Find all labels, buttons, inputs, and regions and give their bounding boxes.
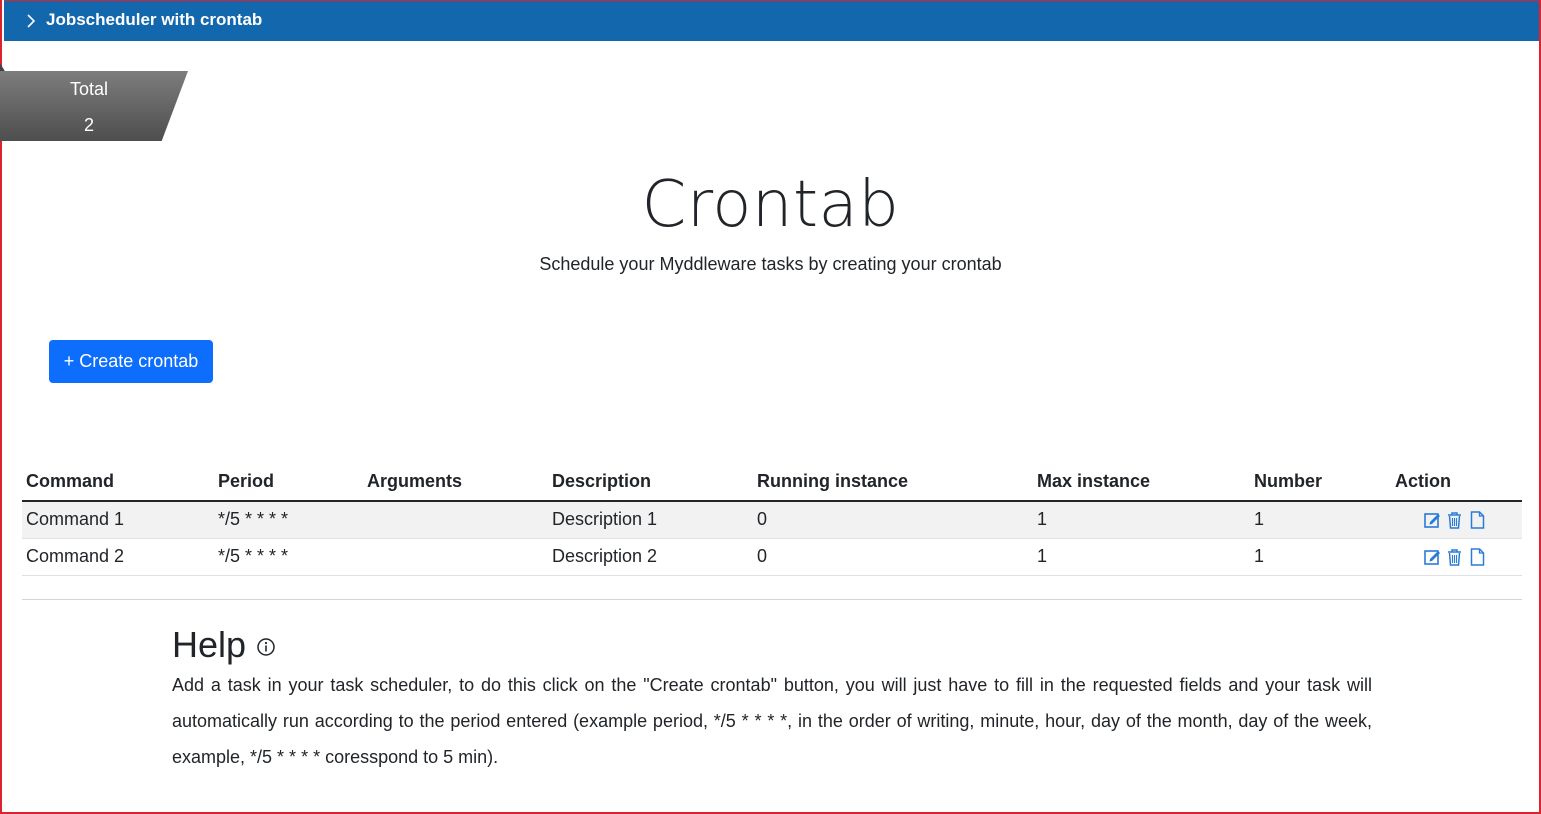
help-heading: Help <box>172 624 276 666</box>
cell-period: */5 * * * * <box>214 538 363 576</box>
section-divider <box>22 599 1522 600</box>
cell-number: 1 <box>1250 501 1391 539</box>
cell-description: Description 2 <box>548 538 753 576</box>
cell-command: Command 2 <box>22 538 214 576</box>
edit-icon[interactable] <box>1424 548 1441 566</box>
total-value: 2 <box>83 115 94 135</box>
header-action: Action <box>1391 462 1522 502</box>
help-text: Add a task in your task scheduler, to do… <box>172 675 1372 767</box>
cell-arguments <box>363 538 548 576</box>
table-row: Command 2 */5 * * * * Description 2 0 1 … <box>22 538 1522 576</box>
cell-actions <box>1391 538 1522 576</box>
cell-running-instance: 0 <box>753 501 1033 539</box>
cell-number: 1 <box>1250 538 1391 576</box>
cell-max-instance: 1 <box>1033 501 1250 539</box>
table-row: Command 1 */5 * * * * Description 1 0 1 … <box>22 501 1522 539</box>
header-period: Period <box>214 462 363 502</box>
header-description: Description <box>548 462 753 502</box>
header-max-instance: Max instance <box>1033 462 1250 502</box>
cell-period: */5 * * * * <box>214 501 363 539</box>
document-icon[interactable] <box>1470 547 1487 566</box>
create-crontab-button[interactable]: + Create crontab <box>49 340 213 383</box>
cell-running-instance: 0 <box>753 538 1033 576</box>
cell-max-instance: 1 <box>1033 538 1250 576</box>
header-command: Command <box>22 462 214 502</box>
cell-description: Description 1 <box>548 501 753 539</box>
top-bar[interactable]: Jobscheduler with crontab <box>4 0 1539 41</box>
page-title: Crontab <box>641 168 900 242</box>
header-arguments: Arguments <box>363 462 548 502</box>
edit-icon[interactable] <box>1424 511 1441 529</box>
cell-arguments <box>363 501 548 539</box>
header-running-instance: Running instance <box>753 462 1033 502</box>
help-title: Help <box>172 624 247 665</box>
total-badge: Total 2 <box>0 71 188 141</box>
header-title[interactable]: Jobscheduler with crontab <box>46 10 262 30</box>
header-number: Number <box>1250 462 1391 502</box>
cell-command: Command 1 <box>22 501 214 539</box>
crontab-table: Command Period Arguments Description Run… <box>22 462 1522 576</box>
document-icon[interactable] <box>1470 511 1487 529</box>
chevron-right-icon[interactable] <box>20 10 42 32</box>
total-label: Total <box>69 79 109 99</box>
table-header-row: Command Period Arguments Description Run… <box>22 462 1522 502</box>
trash-icon[interactable] <box>1447 548 1464 566</box>
info-icon[interactable] <box>256 624 276 666</box>
trash-icon[interactable] <box>1447 511 1464 529</box>
page-subtitle: Schedule your Myddleware tasks by creati… <box>539 254 1002 274</box>
cell-actions <box>1391 501 1522 539</box>
